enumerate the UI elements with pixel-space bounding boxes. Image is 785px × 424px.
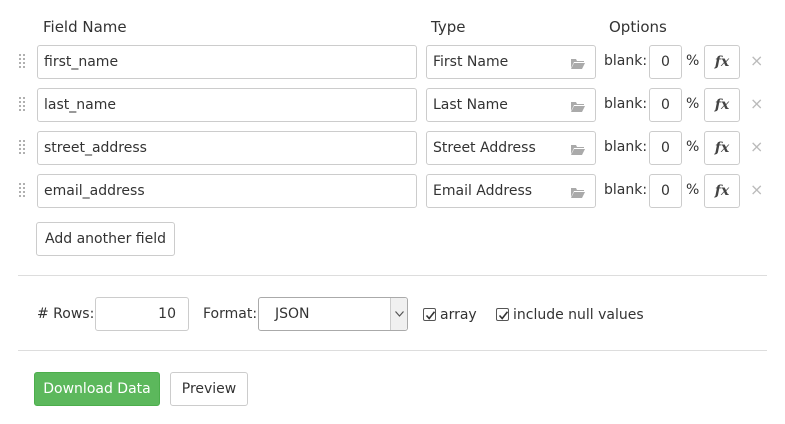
drag-handle-icon[interactable] [18,53,27,71]
folder-icon [571,57,585,73]
divider [18,275,767,276]
include-null-label: include null values [513,307,644,323]
percent-sign: % [686,53,700,69]
close-icon[interactable]: × [750,137,763,156]
blank-percent-input[interactable] [649,131,682,165]
field-name-input[interactable] [37,174,417,208]
format-selected-value: JSON [275,306,310,322]
field-row: Last Name blank: % fx × [0,87,785,123]
percent-sign: % [686,96,700,112]
divider [18,350,767,351]
rows-input[interactable] [95,297,189,331]
data-type-selector[interactable]: First Name [426,45,596,79]
field-name-input[interactable] [37,131,417,165]
percent-sign: % [686,182,700,198]
blank-label: blank: [604,182,648,198]
close-icon[interactable]: × [750,180,763,199]
field-row: First Name blank: % fx × [0,44,785,80]
data-type-label: Email Address [433,183,533,199]
field-name-input[interactable] [37,88,417,122]
field-name-header: Field Name [43,18,127,36]
close-icon[interactable]: × [750,51,763,70]
blank-label: blank: [604,53,648,69]
array-checkbox[interactable] [423,308,436,321]
function-button[interactable]: fx [704,131,740,165]
folder-icon [571,100,585,116]
options-header: Options [609,18,667,36]
rows-label: # Rows: [37,306,95,322]
function-button[interactable]: fx [704,45,740,79]
blank-percent-input[interactable] [649,45,682,79]
data-type-label: Last Name [433,97,508,113]
data-type-selector[interactable]: Email Address [426,174,596,208]
folder-icon [571,143,585,159]
blank-percent-input[interactable] [649,174,682,208]
field-row: Street Address blank: % fx × [0,130,785,166]
close-icon[interactable]: × [750,94,763,113]
function-button[interactable]: fx [704,88,740,122]
folder-icon [571,186,585,202]
preview-button[interactable]: Preview [170,372,248,406]
add-field-button[interactable]: Add another field [36,222,175,256]
data-type-label: First Name [433,54,509,70]
field-name-input[interactable] [37,45,417,79]
field-row: Email Address blank: % fx × [0,173,785,209]
function-button[interactable]: fx [704,174,740,208]
download-data-button[interactable]: Download Data [34,372,160,406]
data-type-selector[interactable]: Street Address [426,131,596,165]
array-label: array [440,307,477,323]
format-label: Format: [203,306,258,322]
data-type-label: Street Address [433,140,536,156]
blank-label: blank: [604,96,648,112]
drag-handle-icon[interactable] [18,182,27,200]
data-type-selector[interactable]: Last Name [426,88,596,122]
checkmark-icon [498,311,509,320]
checkmark-icon [425,311,436,320]
chevron-down-icon [390,298,407,330]
drag-handle-icon[interactable] [18,96,27,114]
drag-handle-icon[interactable] [18,139,27,157]
type-header: Type [431,18,466,36]
percent-sign: % [686,139,700,155]
include-null-checkbox[interactable] [496,308,509,321]
format-select[interactable]: JSON [258,297,408,331]
blank-label: blank: [604,139,648,155]
blank-percent-input[interactable] [649,88,682,122]
